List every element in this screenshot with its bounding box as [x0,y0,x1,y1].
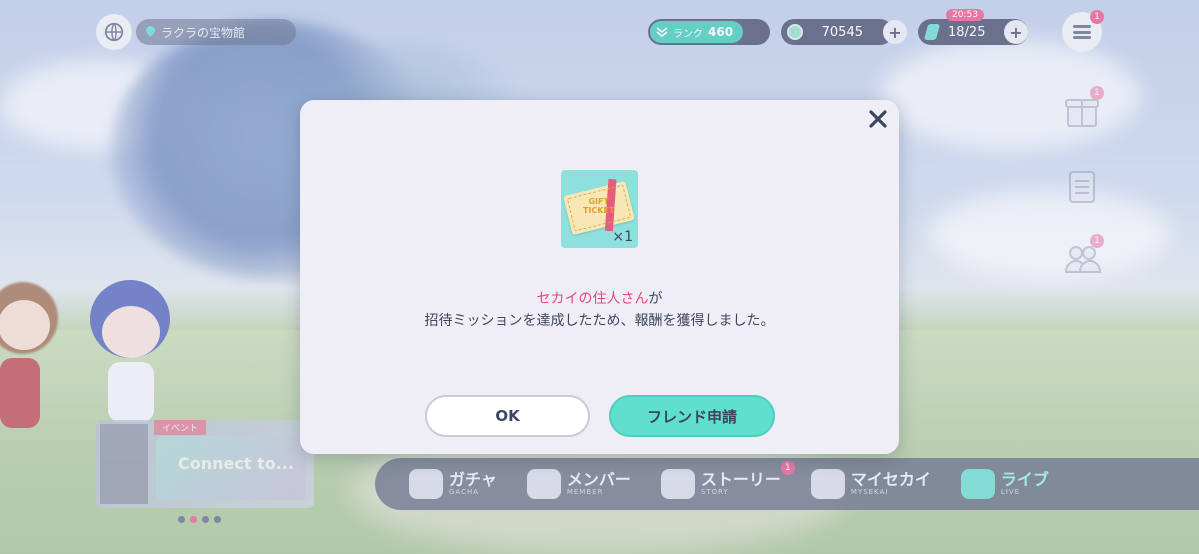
friend-request-button[interactable]: フレンド申請 [609,395,775,437]
reward-message: セカイの住人さんが 招待ミッションを達成したため、報酬を獲得しました。 [300,288,899,332]
ok-button[interactable]: OK [425,395,590,437]
close-icon [869,110,887,128]
close-button[interactable] [865,106,891,132]
message-particle: が [648,291,663,307]
reward-quantity: ×1 [612,229,633,245]
inviter-name: セカイの住人さん [536,291,649,307]
message-line2: 招待ミッションを達成したため、報酬を獲得しました。 [424,313,775,329]
reward-item: GIFT TICKET ×1 [561,170,638,248]
message-line1: セカイの住人さんが [300,288,899,310]
ticket-line1: GIFT [588,197,609,206]
ticket-text: GIFT TICKET [583,197,614,215]
reward-dialog: GIFT TICKET ×1 セカイの住人さんが 招待ミッションを達成したため、… [300,100,899,454]
ticket-line2: TICKET [583,206,615,215]
